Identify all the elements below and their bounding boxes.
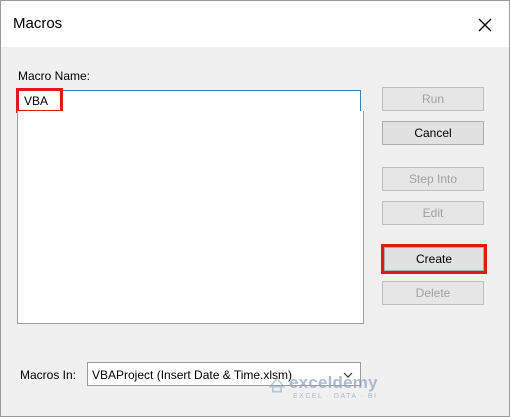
edit-button[interactable]: Edit (382, 201, 484, 225)
create-highlight (381, 244, 487, 274)
step-into-button[interactable]: Step Into (382, 167, 484, 191)
macros-in-value: VBAProject (Insert Date & Time.xlsm) (92, 368, 293, 382)
watermark-logo-icon (268, 376, 286, 393)
macro-name-label: Macro Name: (18, 69, 91, 83)
title-bar: Macros (1, 1, 509, 47)
macro-name-input[interactable]: VBA (17, 90, 361, 112)
cancel-button[interactable]: Cancel (382, 121, 484, 145)
macros-dialog: Macros Macro Name: VBA Run Cancel Step I… (0, 0, 510, 417)
dialog-title: Macros (13, 15, 63, 32)
delete-button[interactable]: Delete (382, 281, 484, 305)
watermark-name: exceldemy (289, 373, 378, 392)
macros-in-label: Macros In: (20, 368, 77, 382)
run-button[interactable]: Run (382, 87, 484, 111)
macro-list[interactable] (17, 111, 364, 324)
macro-name-highlight (16, 88, 63, 113)
watermark-tagline: EXCEL · DATA · BI (293, 393, 378, 400)
close-icon[interactable] (473, 13, 497, 37)
